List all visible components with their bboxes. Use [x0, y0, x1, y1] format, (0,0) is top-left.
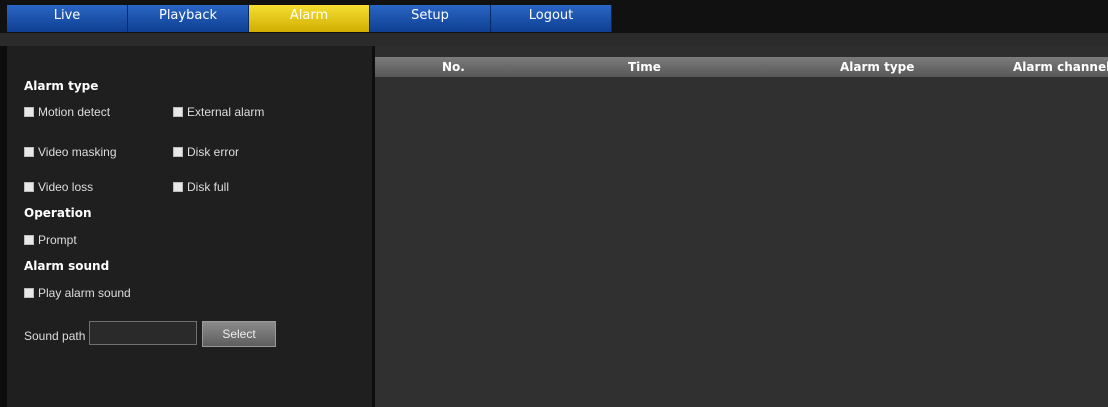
alarm-log-table: No. Time Alarm type Alarm channel	[375, 46, 1108, 407]
checkbox-label: Disk error	[187, 145, 240, 159]
sound-path-label: Sound path	[24, 329, 86, 343]
motion-detect-checkbox[interactable]: Motion detect	[24, 105, 110, 119]
checkbox-label: Video loss	[38, 180, 94, 194]
checkbox-square[interactable]	[173, 182, 183, 192]
video-loss-checkbox[interactable]: Video loss	[24, 180, 93, 194]
checkbox-label: External alarm	[187, 105, 265, 119]
checkbox-square[interactable]	[173, 107, 183, 117]
alarm-type-heading: Alarm type	[24, 79, 99, 93]
tab-setup[interactable]: Setup	[370, 5, 491, 32]
checkbox-label: Motion detect	[38, 105, 111, 119]
checkbox-square[interactable]	[24, 288, 34, 298]
column-header-alarm-type: Alarm type	[840, 60, 915, 74]
checkbox-label: Prompt	[38, 233, 77, 247]
sound-path-input[interactable]	[89, 321, 197, 345]
checkbox-square[interactable]	[24, 182, 34, 192]
prompt-checkbox[interactable]: Prompt	[24, 233, 77, 247]
checkbox-square[interactable]	[173, 147, 183, 157]
external-alarm-checkbox[interactable]: External alarm	[173, 105, 264, 119]
checkbox-square[interactable]	[24, 107, 34, 117]
tab-playback[interactable]: Playback	[128, 5, 249, 32]
alarm-settings-panel: Alarm type Motion detect External alarm …	[7, 46, 372, 407]
table-body	[375, 77, 1108, 407]
select-button[interactable]: Select	[202, 321, 276, 347]
alarm-sound-heading: Alarm sound	[24, 259, 110, 273]
top-navigation: Live Playback Alarm Setup Logout	[0, 0, 1108, 33]
checkbox-label: Video masking	[38, 145, 117, 159]
tab-alarm[interactable]: Alarm	[249, 5, 370, 32]
checkbox-square[interactable]	[24, 147, 34, 157]
disk-error-checkbox[interactable]: Disk error	[173, 145, 239, 159]
tab-logout[interactable]: Logout	[491, 5, 612, 32]
video-masking-checkbox[interactable]: Video masking	[24, 145, 117, 159]
column-header-time: Time	[628, 60, 661, 74]
tab-bar: Live Playback Alarm Setup Logout	[7, 5, 612, 32]
sub-bar	[0, 33, 1108, 46]
checkbox-label: Play alarm sound	[38, 286, 131, 300]
column-header-alarm-channel: Alarm channel	[1013, 60, 1108, 74]
play-alarm-sound-checkbox[interactable]: Play alarm sound	[24, 286, 131, 300]
column-header-no: No.	[442, 60, 465, 74]
table-header: No. Time Alarm type Alarm channel	[375, 57, 1108, 77]
disk-full-checkbox[interactable]: Disk full	[173, 180, 229, 194]
tab-live[interactable]: Live	[7, 5, 128, 32]
checkbox-label: Disk full	[187, 180, 230, 194]
operation-heading: Operation	[24, 206, 92, 220]
checkbox-square[interactable]	[24, 235, 34, 245]
